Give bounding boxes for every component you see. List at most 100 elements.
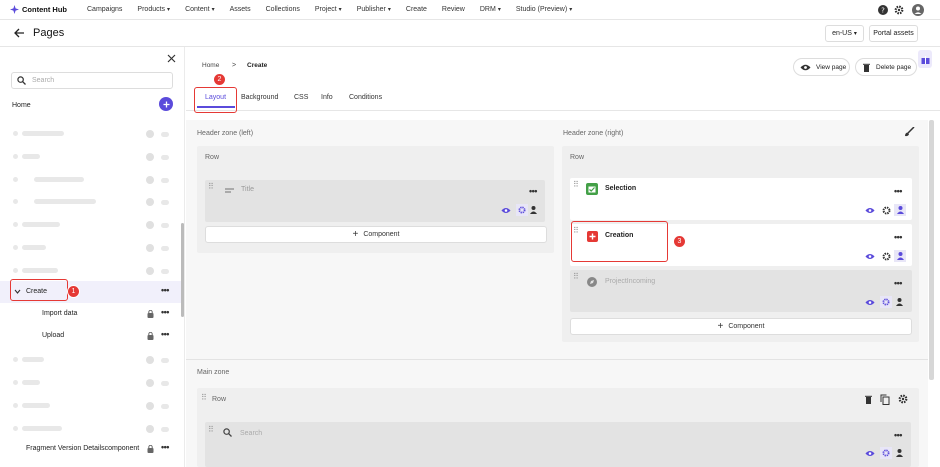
user-icon[interactable] <box>530 206 537 214</box>
search-icon <box>17 76 26 85</box>
nav-item-label: Publisher <box>356 6 386 13</box>
redacted-label <box>22 403 50 408</box>
drag-handle-icon[interactable]: ⠿ <box>573 181 579 189</box>
nav-item-content[interactable]: Content ▾ <box>185 6 215 13</box>
view-page-button[interactable]: View page <box>793 58 850 76</box>
drag-handle-icon[interactable]: ⠿ <box>201 394 207 402</box>
settings-gear-icon[interactable] <box>880 447 892 459</box>
more-options-icon[interactable]: ••• <box>894 186 902 196</box>
nav-item-campaigns[interactable]: Campaigns <box>87 6 122 13</box>
tree-item-redacted[interactable] <box>0 191 183 213</box>
eye-icon[interactable] <box>865 299 875 306</box>
more-options-icon[interactable]: ••• <box>161 442 169 452</box>
annotation-badge-3: 3 <box>673 235 686 248</box>
redacted-label <box>22 426 62 431</box>
tree-item-redacted[interactable] <box>0 123 183 145</box>
nav-item-publisher[interactable]: Publisher ▾ <box>357 6 391 13</box>
redacted-more-icon <box>161 404 169 409</box>
add-component-button[interactable]: + Component <box>570 318 912 335</box>
eye-icon[interactable] <box>865 450 875 457</box>
nav-item-collections[interactable]: Collections <box>266 6 300 13</box>
component-selection[interactable]: ⠿ Selection ••• <box>570 178 912 220</box>
tree-item-fragment[interactable]: Fragment Version Detailscomponent ••• <box>0 438 183 460</box>
tree-item-redacted[interactable] <box>0 349 183 371</box>
drag-handle-icon[interactable]: ⠿ <box>208 426 214 434</box>
left-zone-row[interactable]: Row ⠿ Title ••• + Component <box>197 146 554 253</box>
nav-item-create[interactable]: Create <box>406 6 427 13</box>
more-options-icon[interactable]: ••• <box>161 307 169 317</box>
copy-icon[interactable] <box>880 394 890 405</box>
redacted-more-icon <box>161 427 169 432</box>
drag-handle-icon[interactable]: ⠿ <box>208 183 214 191</box>
settings-gear-icon[interactable] <box>880 296 892 308</box>
tab-background[interactable]: Background <box>241 94 278 101</box>
eye-icon[interactable] <box>865 253 875 260</box>
component-projectincoming[interactable]: ⠿ ProjectIncoming ••• <box>570 270 912 312</box>
settings-gear-icon[interactable] <box>894 5 904 15</box>
nav-item-review[interactable]: Review <box>442 6 465 13</box>
more-options-icon[interactable]: ••• <box>894 278 902 288</box>
eye-icon[interactable] <box>865 207 875 214</box>
sidebar-scrollbar[interactable] <box>181 223 184 317</box>
trash-icon[interactable] <box>865 395 872 404</box>
locale-select[interactable]: en-US ▾ <box>825 25 864 42</box>
user-icon[interactable] <box>894 250 906 262</box>
brand[interactable]: Content Hub <box>10 5 67 14</box>
tree-item-redacted[interactable] <box>0 418 183 440</box>
help-icon[interactable]: ? <box>878 5 888 15</box>
more-options-icon[interactable]: ••• <box>529 186 537 196</box>
nav-item-label: Products <box>137 6 166 13</box>
canvas-scrollbar[interactable] <box>929 120 934 380</box>
tree-item-redacted[interactable] <box>0 237 183 259</box>
nav-item-drm[interactable]: DRM ▾ <box>480 6 501 13</box>
redacted-more-icon <box>161 269 169 274</box>
portal-assets-button[interactable]: Portal assets <box>869 25 918 42</box>
add-page-button[interactable] <box>159 97 173 111</box>
more-options-icon[interactable]: ••• <box>161 329 169 339</box>
settings-gear-icon[interactable] <box>882 252 891 261</box>
tree-item-redacted[interactable] <box>0 214 183 236</box>
redacted-label <box>22 154 40 159</box>
redacted-label <box>22 222 60 227</box>
nav-item-studio-preview[interactable]: Studio (Preview) ▾ <box>516 6 572 13</box>
user-icon[interactable] <box>896 449 903 457</box>
redacted-label <box>34 177 84 182</box>
more-options-icon[interactable]: ••• <box>894 232 902 242</box>
settings-gear-icon[interactable] <box>516 204 528 216</box>
close-icon[interactable] <box>167 54 176 63</box>
tree-item-redacted[interactable] <box>0 146 183 168</box>
drag-handle-icon[interactable]: ⠿ <box>573 273 579 281</box>
more-options-icon[interactable]: ••• <box>161 285 169 295</box>
back-arrow-icon[interactable] <box>14 28 25 38</box>
tab-css[interactable]: CSS <box>294 94 308 101</box>
eye-icon[interactable] <box>501 207 511 214</box>
nav-item-assets[interactable]: Assets <box>230 6 251 13</box>
tab-info[interactable]: Info <box>321 94 333 101</box>
tab-conditions[interactable]: Conditions <box>349 94 382 101</box>
main-zone-row[interactable]: ⠿ Row ⠿ Search ••• <box>197 388 919 467</box>
brush-icon[interactable] <box>904 127 915 137</box>
more-options-icon[interactable]: ••• <box>894 430 902 440</box>
tree-item-redacted[interactable] <box>0 395 183 417</box>
add-component-button[interactable]: + Component <box>205 226 547 243</box>
tree-item-redacted[interactable] <box>0 169 183 191</box>
tree-item-upload[interactable]: Upload ••• <box>0 325 183 347</box>
search-input[interactable]: Search <box>11 72 173 89</box>
component-search[interactable]: ⠿ Search ••• <box>205 422 911 467</box>
breadcrumb-home[interactable]: Home <box>202 62 219 69</box>
user-avatar-icon[interactable] <box>912 4 924 16</box>
nav-item-products[interactable]: Products ▾ <box>137 6 170 13</box>
nav-item-project[interactable]: Project ▾ <box>315 6 342 13</box>
tree-item-redacted[interactable] <box>0 372 183 394</box>
user-icon[interactable] <box>894 204 906 216</box>
chevron-down-icon: ▾ <box>853 31 857 37</box>
user-icon[interactable] <box>896 298 903 306</box>
redacted-more-icon <box>161 178 169 183</box>
delete-page-button[interactable]: Delete page <box>855 58 917 76</box>
settings-gear-icon[interactable] <box>882 206 891 215</box>
tree-item-import-data[interactable]: Import data ••• <box>0 303 183 325</box>
component-title[interactable]: ⠿ Title ••• <box>205 180 545 222</box>
gift-icon[interactable] <box>918 50 932 68</box>
settings-gear-icon[interactable] <box>898 394 908 404</box>
tree-item-home[interactable]: Home <box>0 94 183 116</box>
